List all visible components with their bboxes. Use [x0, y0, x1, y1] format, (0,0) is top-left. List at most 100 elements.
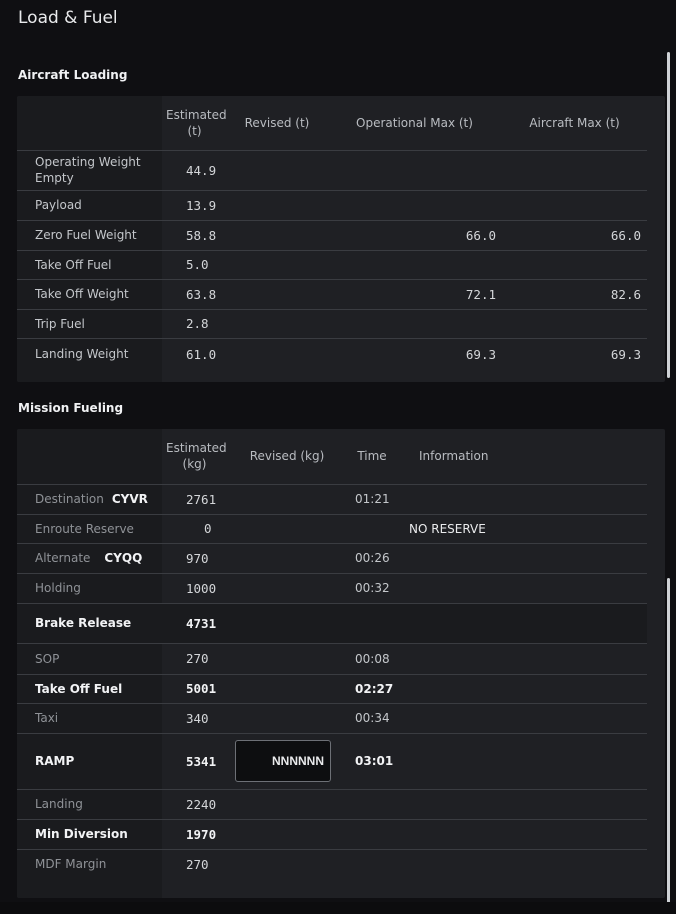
header-blank	[17, 429, 162, 485]
operational-max-value: 69.3	[465, 346, 496, 362]
aircraft-max-value	[502, 190, 647, 221]
header-aircraft-max: Aircraft Max (t)	[502, 96, 647, 151]
table-row: MDF Margin 270	[17, 849, 647, 879]
revised-value	[227, 643, 347, 675]
table-row: SOP 270 00:08	[17, 643, 647, 675]
ramp-revised-input[interactable]	[235, 740, 331, 782]
page-title: Load & Fuel	[18, 8, 118, 28]
estimated-value: 1970	[162, 819, 227, 850]
estimated-value: 5001	[162, 674, 227, 704]
information-value	[397, 789, 647, 820]
estimated-value: 0	[162, 514, 227, 544]
row-label: RAMP	[17, 733, 162, 790]
time-value: 00:08	[347, 643, 397, 675]
page-scrollbar[interactable]	[667, 52, 670, 378]
table-row: Min Diversion 1970	[17, 819, 647, 850]
table-row: Landing 2240	[17, 789, 647, 820]
table-row: Destination CYVR 2761 01:21	[17, 484, 647, 515]
row-label: Trip Fuel	[17, 309, 162, 339]
row-label: Take Off Weight	[17, 279, 162, 310]
operational-max-value	[327, 250, 502, 280]
revised-value	[227, 603, 347, 644]
revised-value	[227, 309, 327, 339]
time-value	[347, 849, 397, 879]
revised-value	[227, 543, 347, 574]
fueling-scrollbar[interactable]	[667, 578, 670, 904]
row-label: Destination CYVR	[17, 484, 162, 515]
information-value	[397, 674, 647, 704]
revised-value	[227, 703, 347, 734]
revised-value	[227, 279, 327, 310]
revised-value	[227, 514, 347, 544]
row-label: Holding	[17, 573, 162, 604]
information-value	[397, 819, 647, 850]
aircraft-loading-header: Estimated (t) Revised (t) Operational Ma…	[17, 96, 647, 151]
information-value	[397, 703, 647, 734]
operational-max-value	[327, 309, 502, 339]
estimated-value: 2761	[162, 484, 227, 515]
aircraft-max-value: 82.6	[502, 279, 647, 310]
table-row: Take Off Fuel 5001 02:27	[17, 674, 647, 704]
time-value	[347, 819, 397, 850]
estimated-value: 270	[162, 643, 227, 675]
row-label: Enroute Reserve	[17, 514, 162, 544]
table-row: Holding 1000 00:32	[17, 573, 647, 604]
time-value	[347, 603, 397, 644]
estimated-value: 340	[162, 703, 227, 734]
aircraft-loading-card: Estimated (t) Revised (t) Operational Ma…	[17, 96, 665, 382]
estimated-value: 58.8	[162, 220, 227, 251]
alternate-airport-code: CYQQ	[104, 551, 143, 565]
estimated-value: 63.8	[162, 279, 227, 310]
revised-value	[227, 674, 347, 704]
table-row: Brake Release 4731	[17, 603, 647, 644]
row-label: Take Off Fuel	[17, 674, 162, 704]
mission-fueling-header: Estimated (kg) Revised (kg) Time Informa…	[17, 429, 647, 485]
destination-airport-code: CYVR	[111, 492, 148, 506]
aircraft-loading-table: Estimated (t) Revised (t) Operational Ma…	[17, 96, 647, 370]
revised-value	[227, 484, 347, 515]
time-value: 02:27	[347, 674, 397, 704]
time-value: 01:21	[347, 484, 397, 515]
operational-max-value	[327, 150, 502, 191]
header-operational-max: Operational Max (t)	[327, 96, 502, 151]
row-label: Alternate CYQQ	[17, 543, 162, 574]
estimated-value: 4731	[162, 603, 227, 644]
revised-value	[227, 338, 327, 370]
estimated-value: 2.8	[162, 309, 227, 339]
information-value	[397, 573, 647, 604]
revised-value	[227, 150, 327, 191]
revised-value	[227, 190, 327, 221]
revised-value	[227, 819, 347, 850]
bottom-strip	[0, 902, 676, 914]
revised-value	[227, 220, 327, 251]
time-value	[347, 789, 397, 820]
aircraft-loading-title: Aircraft Loading	[18, 68, 128, 82]
estimated-value: 2240	[162, 789, 227, 820]
information-value	[397, 484, 647, 515]
time-value: 00:32	[347, 573, 397, 604]
estimated-value: 5.0	[162, 250, 227, 280]
row-label: Payload	[17, 190, 162, 221]
estimated-value: 5341	[162, 733, 227, 790]
information-value: NO RESERVE	[397, 514, 647, 544]
estimated-value: 44.9	[162, 150, 227, 191]
estimated-value: 270	[186, 856, 209, 872]
table-row: Alternate CYQQ 970 00:26	[17, 543, 647, 574]
row-label: SOP	[17, 643, 162, 675]
estimated-value: 13.9	[162, 190, 227, 221]
alternate-label: Alternate	[35, 551, 91, 565]
table-row: Take Off Weight 63.8 72.1 82.6	[17, 279, 647, 310]
table-row: Taxi 340 00:34	[17, 703, 647, 734]
table-row: Landing Weight 61.0 69.3 69.3	[17, 338, 647, 370]
header-information: Information	[397, 429, 647, 485]
table-row: Enroute Reserve 0 NO RESERVE	[17, 514, 647, 544]
revised-cell	[227, 733, 347, 790]
estimated-value: 970	[162, 543, 227, 574]
time-value	[347, 514, 397, 544]
aircraft-max-value	[502, 309, 647, 339]
operational-max-value: 66.0	[327, 220, 502, 251]
operational-max-value: 72.1	[327, 279, 502, 310]
aircraft-max-value: 69.3	[610, 346, 641, 362]
row-label: Landing Weight	[35, 347, 129, 362]
mission-fueling-title: Mission Fueling	[18, 401, 124, 415]
